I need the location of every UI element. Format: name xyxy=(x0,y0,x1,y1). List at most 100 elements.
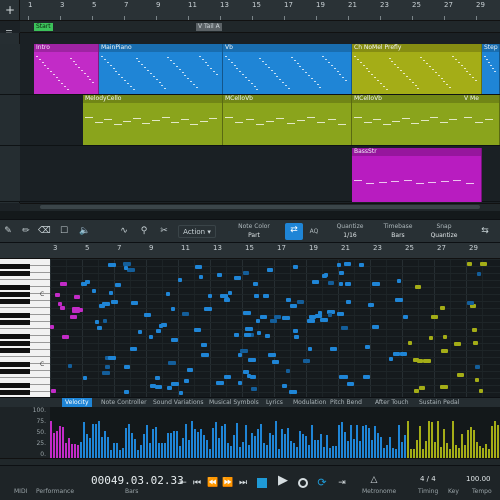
velocity-bar[interactable] xyxy=(329,448,331,458)
velocity-bar[interactable] xyxy=(359,441,361,458)
scissors-tool-icon[interactable]: ✂ xyxy=(158,224,170,238)
velocity-bar[interactable] xyxy=(257,429,259,458)
velocity-bar[interactable] xyxy=(413,449,415,458)
snap-select[interactable]: Quantize xyxy=(424,232,464,239)
velocity-bar[interactable] xyxy=(107,437,109,458)
midi-note[interactable] xyxy=(297,300,304,304)
velocity-bar[interactable] xyxy=(455,445,457,458)
velocity-bar[interactable] xyxy=(446,443,448,458)
controller-tab-sound-variations[interactable]: Sound Variations xyxy=(150,398,207,407)
add-track-icon[interactable]: + xyxy=(4,4,16,16)
midi-note[interactable] xyxy=(168,361,176,365)
midi-note[interactable] xyxy=(208,294,212,298)
arrange-part[interactable]: Vb xyxy=(223,44,352,94)
velocity-bar[interactable] xyxy=(368,428,370,458)
midi-note[interactable] xyxy=(330,347,337,351)
midi-note[interactable] xyxy=(156,329,161,333)
midi-note[interactable] xyxy=(372,325,379,329)
midi-note[interactable] xyxy=(457,373,464,377)
velocity-bar[interactable] xyxy=(476,442,478,458)
midi-note[interactable] xyxy=(408,341,412,345)
velocity-bar[interactable] xyxy=(299,431,301,458)
velocity-bar[interactable] xyxy=(227,443,229,458)
midi-note[interactable] xyxy=(312,280,319,284)
arrange-scroll-thumb[interactable] xyxy=(40,205,480,209)
velocity-bar[interactable] xyxy=(401,442,403,458)
velocity-bar[interactable] xyxy=(485,444,487,458)
midi-note[interactable] xyxy=(290,304,297,308)
velocity-bar[interactable] xyxy=(101,437,103,458)
velocity-bar[interactable] xyxy=(419,426,421,458)
midi-note[interactable] xyxy=(320,318,328,322)
controller-tab-modulation[interactable]: Modulation xyxy=(290,398,329,407)
midi-note[interactable] xyxy=(282,384,287,388)
velocity-bar[interactable] xyxy=(383,448,385,458)
velocity-bar[interactable] xyxy=(416,440,418,458)
midi-note[interactable] xyxy=(194,328,201,332)
midi-note[interactable] xyxy=(268,353,276,357)
velocity-bar[interactable] xyxy=(176,431,178,458)
marker-start[interactable]: Start xyxy=(34,23,53,31)
stop-button[interactable] xyxy=(257,478,267,488)
midi-note[interactable] xyxy=(124,365,130,369)
controller-tab-after-touch[interactable]: After Touch xyxy=(372,398,412,407)
velocity-bar[interactable] xyxy=(377,433,379,458)
velocity-bar[interactable] xyxy=(104,431,106,458)
velocity-bar[interactable] xyxy=(164,443,166,458)
midi-note[interactable] xyxy=(318,311,322,315)
midi-note[interactable] xyxy=(83,376,87,380)
velocity-bar[interactable] xyxy=(323,447,325,458)
velocity-bar[interactable] xyxy=(467,430,469,458)
track-header-3[interactable] xyxy=(0,146,20,202)
listen-tool-icon[interactable]: 🔈 xyxy=(78,224,92,238)
midi-note[interactable] xyxy=(74,295,80,299)
velocity-bar[interactable] xyxy=(311,425,313,458)
velocity-bar[interactable] xyxy=(236,423,238,458)
controller-tab-pitch-bend[interactable]: Pitch Bend xyxy=(327,398,365,407)
midi-note[interactable] xyxy=(234,276,241,280)
velocity-bar[interactable] xyxy=(374,426,376,458)
black-key[interactable] xyxy=(0,292,30,297)
position-unit[interactable]: Bars xyxy=(125,488,138,495)
arrange-part[interactable]: MainPiano xyxy=(99,44,223,94)
velocity-bar[interactable] xyxy=(308,445,310,458)
midi-note[interactable] xyxy=(265,334,270,338)
velocity-bar[interactable] xyxy=(260,424,262,458)
velocity-bar[interactable] xyxy=(317,440,319,458)
velocity-bar[interactable] xyxy=(152,429,154,458)
bend-tool-icon[interactable]: ∿ xyxy=(116,224,132,238)
velocity-bar[interactable] xyxy=(197,432,199,458)
midi-note[interactable] xyxy=(270,319,277,323)
midi-note[interactable] xyxy=(179,391,183,395)
midi-note[interactable] xyxy=(243,311,251,315)
arrange-part[interactable]: MelodyCello xyxy=(83,95,223,145)
arrange-part[interactable]: Ch NoMel Prefly xyxy=(352,44,482,94)
velocity-bar[interactable] xyxy=(68,438,70,458)
velocity-bar[interactable] xyxy=(290,441,292,458)
midi-note[interactable] xyxy=(195,265,202,269)
velocity-bar[interactable] xyxy=(347,441,349,458)
midi-note[interactable] xyxy=(155,376,160,380)
editor-menu-icon[interactable]: ⇆ xyxy=(478,224,492,238)
midi-note[interactable] xyxy=(131,301,138,305)
zoom-tool-icon[interactable]: ⚲ xyxy=(138,224,150,238)
rewind-icon[interactable]: ⏪ xyxy=(207,477,219,489)
midi-note[interactable] xyxy=(102,371,110,375)
midi-note[interactable] xyxy=(60,306,65,310)
black-key[interactable] xyxy=(0,341,30,346)
velocity-bar[interactable] xyxy=(356,425,358,458)
midi-note[interactable] xyxy=(245,327,253,331)
velocity-bar[interactable] xyxy=(479,446,481,458)
midi-note[interactable] xyxy=(256,319,260,323)
black-key[interactable] xyxy=(0,320,30,325)
aq-label[interactable]: AQ xyxy=(306,228,322,235)
midi-note[interactable] xyxy=(363,375,370,379)
paint-tool-icon[interactable]: ✏ xyxy=(20,224,32,238)
velocity-bar[interactable] xyxy=(245,425,247,458)
velocity-bar[interactable] xyxy=(473,430,475,458)
midi-note[interactable] xyxy=(199,275,203,279)
midi-note[interactable] xyxy=(400,352,407,356)
velocity-bar[interactable] xyxy=(278,449,280,458)
velocity-bar[interactable] xyxy=(281,429,283,458)
velocity-bar[interactable] xyxy=(182,438,184,458)
